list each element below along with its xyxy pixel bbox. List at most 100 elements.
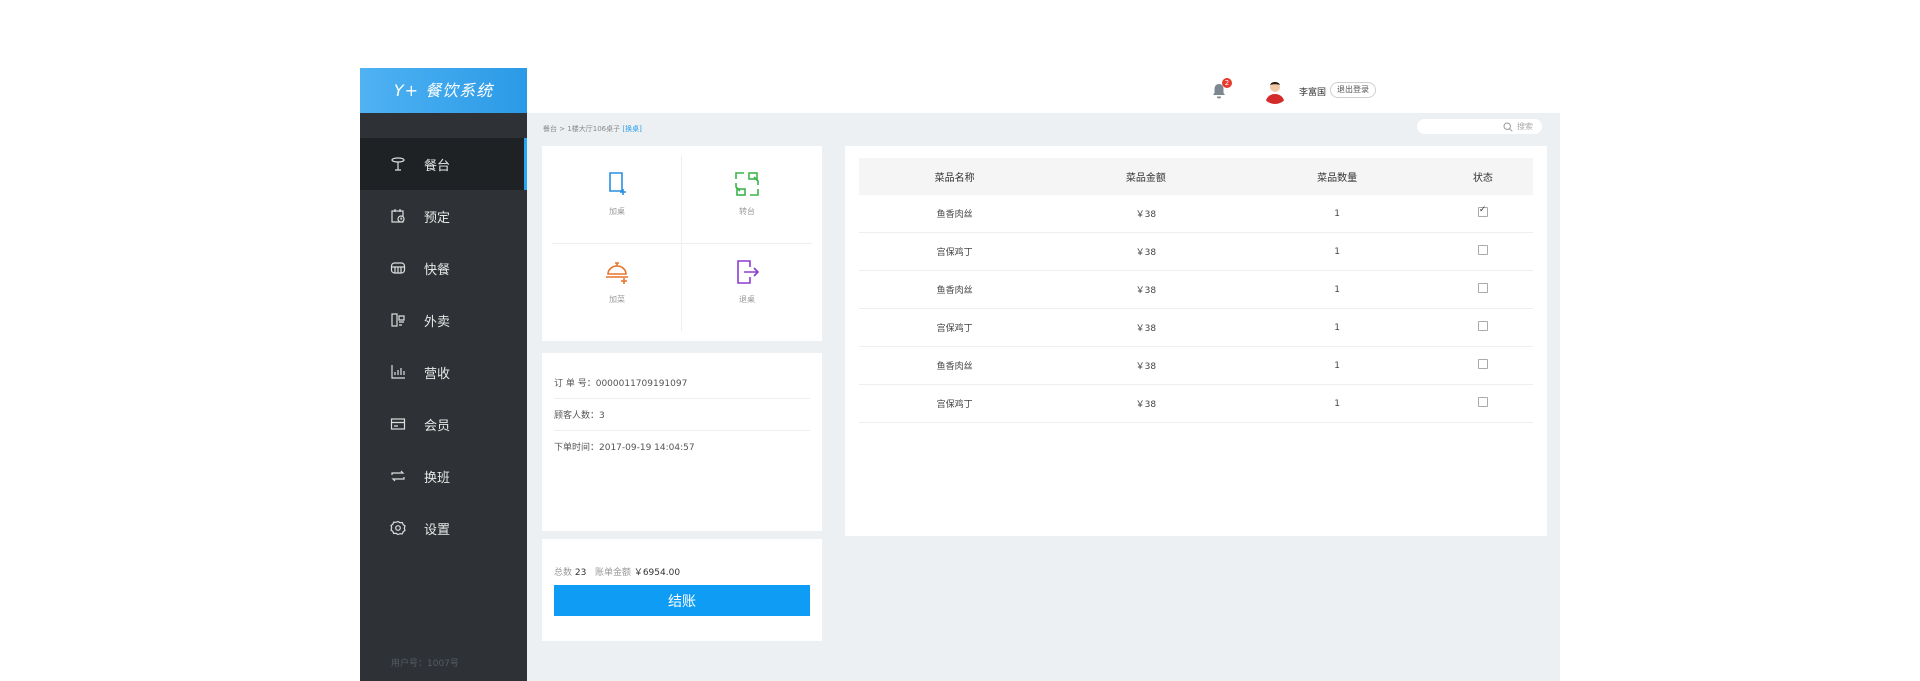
table-row[interactable]: 宫保鸡丁 ￥38 1 <box>859 308 1533 347</box>
dish-quantity: 1 <box>1241 384 1433 423</box>
dish-quantity: 1 <box>1241 270 1433 309</box>
table-row[interactable]: 宫保鸡丁 ￥38 1 <box>859 232 1533 271</box>
status-cell <box>1432 270 1533 309</box>
sidebar-item-label: 餐台 <box>424 158 451 174</box>
column-header: 菜品名称 <box>859 158 1051 195</box>
sidebar-item-label: 预定 <box>424 210 451 226</box>
member-card-icon <box>390 416 406 432</box>
notification-badge: 2 <box>1222 78 1232 88</box>
dish-name: 鱼香肉丝 <box>859 346 1051 385</box>
search-input[interactable]: 搜索 <box>1417 119 1542 134</box>
column-header: 菜品数量 <box>1241 158 1433 195</box>
status-cell <box>1432 384 1533 423</box>
dish-quantity: 1 <box>1241 346 1433 385</box>
add-table-icon <box>609 172 626 195</box>
logout-button[interactable]: 退出登录 <box>1330 82 1376 98</box>
sidebar-item-label: 设置 <box>424 522 451 538</box>
amount-value: ￥6954.00 <box>633 568 681 578</box>
table-row[interactable]: 鱼香肉丝 ￥38 1 <box>859 195 1533 233</box>
exit-table-icon <box>737 260 760 284</box>
dish-price: ￥38 <box>1050 308 1242 347</box>
dish-price: ￥38 <box>1050 384 1242 423</box>
dish-name: 鱼香肉丝 <box>859 270 1051 309</box>
action-label: 转台 <box>739 207 755 216</box>
gear-icon <box>390 520 406 536</box>
fast-food-icon <box>390 260 406 276</box>
top-header <box>527 68 1560 113</box>
avatar[interactable] <box>1262 78 1288 104</box>
action-label: 退桌 <box>739 295 755 304</box>
sidebar-item-label: 营收 <box>424 366 451 382</box>
sidebar-item-shift[interactable]: 换班 <box>360 450 527 502</box>
sidebar-item-reservation[interactable]: 预定 <box>360 190 527 242</box>
breadcrumb: 餐台 > 1楼大厅106桌子 [换桌] <box>543 124 642 134</box>
action-label: 加桌 <box>609 207 625 216</box>
dish-quantity: 1 <box>1241 232 1433 271</box>
sidebar-item-label: 会员 <box>424 418 451 434</box>
status-cell <box>1432 195 1533 233</box>
shift-change-icon <box>390 468 406 484</box>
table-row[interactable]: 鱼香肉丝 ￥38 1 <box>859 346 1533 385</box>
sidebar: Y+ 餐饮系统 餐台 预定 快餐 外卖 营收 会员 换班 设置 用户号：1007… <box>360 68 527 681</box>
totals-summary: 总数 23 账单金额 ￥6954.00 <box>554 565 680 578</box>
count-value: 23 <box>574 568 587 578</box>
status-checkbox[interactable] <box>1477 205 1488 217</box>
delivery-icon <box>390 312 406 328</box>
sidebar-item-label: 快餐 <box>424 262 451 278</box>
column-header: 菜品金额 <box>1050 158 1242 195</box>
sidebar-item-settings[interactable]: 设置 <box>360 502 527 554</box>
status-checkbox[interactable] <box>1477 245 1488 255</box>
user-name: 李富国 <box>1299 88 1327 98</box>
checkout-button[interactable]: 结账 <box>554 585 810 616</box>
amount-label: 账单金额 <box>594 568 631 578</box>
count-label: 总数 <box>554 568 573 578</box>
transfer-table-button[interactable]: 转台 <box>687 151 807 236</box>
app-window: Y+ 餐饮系统 餐台 预定 快餐 外卖 营收 会员 换班 设置 用户号：1007… <box>360 68 1560 681</box>
dish-price: ￥38 <box>1050 270 1242 309</box>
sidebar-item-tables[interactable]: 餐台 <box>360 138 527 190</box>
status-checkbox[interactable] <box>1477 283 1488 293</box>
sidebar-item-label: 外卖 <box>424 314 451 330</box>
dish-price: ￥38 <box>1050 232 1242 271</box>
sidebar-item-revenue[interactable]: 营收 <box>360 346 527 398</box>
sidebar-item-label: 换班 <box>424 470 451 486</box>
guest-count: 顾客人数：3 <box>554 408 810 431</box>
chart-icon <box>390 364 406 380</box>
status-checkbox[interactable] <box>1477 397 1488 407</box>
dish-table-panel: 菜品名称 菜品金额 菜品数量 状态 鱼香肉丝 ￥38 1 宫保鸡丁 <box>845 146 1547 536</box>
dish-name: 鱼香肉丝 <box>859 195 1051 233</box>
column-header: 状态 <box>1432 158 1533 195</box>
sidebar-item-takeout[interactable]: 外卖 <box>360 294 527 346</box>
status-cell <box>1432 346 1533 385</box>
search-icon <box>1503 122 1513 132</box>
search-placeholder: 搜索 <box>1517 122 1533 131</box>
action-label: 加菜 <box>609 295 625 304</box>
order-info-panel: 订 单 号：0000011709191097 顾客人数：3 下单时间：2017-… <box>542 353 822 531</box>
status-checkbox[interactable] <box>1477 321 1488 331</box>
user-number: 用户号：1007号 <box>391 659 459 669</box>
dish-price: ￥38 <box>1050 346 1242 385</box>
breadcrumb-path: 餐台 > 1楼大厅106桌子 <box>543 125 621 133</box>
dish-quantity: 1 <box>1241 195 1433 233</box>
status-checkbox[interactable] <box>1477 359 1488 369</box>
totals-panel: 总数 23 账单金额 ￥6954.00 结账 <box>542 539 822 641</box>
switch-table-link[interactable]: [换桌] <box>622 125 641 133</box>
sidebar-menu: 餐台 预定 快餐 外卖 营收 会员 换班 设置 <box>360 138 527 554</box>
add-table-button[interactable]: 加桌 <box>557 151 677 236</box>
main-content: 餐台 > 1楼大厅106桌子 [换桌] 搜索 加桌 转台 加菜 退桌 订 单 号… <box>527 113 1560 681</box>
dish-price: ￥38 <box>1050 195 1242 233</box>
dish-name: 宫保鸡丁 <box>859 308 1051 347</box>
sidebar-item-fast-food[interactable]: 快餐 <box>360 242 527 294</box>
exit-table-button[interactable]: 退桌 <box>687 239 807 324</box>
dish-table: 菜品名称 菜品金额 菜品数量 状态 鱼香肉丝 ￥38 1 宫保鸡丁 <box>859 158 1533 423</box>
table-header-row: 菜品名称 菜品金额 菜品数量 状态 <box>859 158 1533 195</box>
order-number: 订 单 号：0000011709191097 <box>554 376 810 399</box>
status-cell <box>1432 232 1533 271</box>
table-row[interactable]: 鱼香肉丝 ￥38 1 <box>859 270 1533 309</box>
app-logo: Y+ 餐饮系统 <box>360 68 527 113</box>
dish-name: 宫保鸡丁 <box>859 232 1051 271</box>
add-dish-icon <box>606 262 628 284</box>
add-dish-button[interactable]: 加菜 <box>557 239 677 324</box>
sidebar-item-members[interactable]: 会员 <box>360 398 527 450</box>
table-row[interactable]: 宫保鸡丁 ￥38 1 <box>859 384 1533 423</box>
